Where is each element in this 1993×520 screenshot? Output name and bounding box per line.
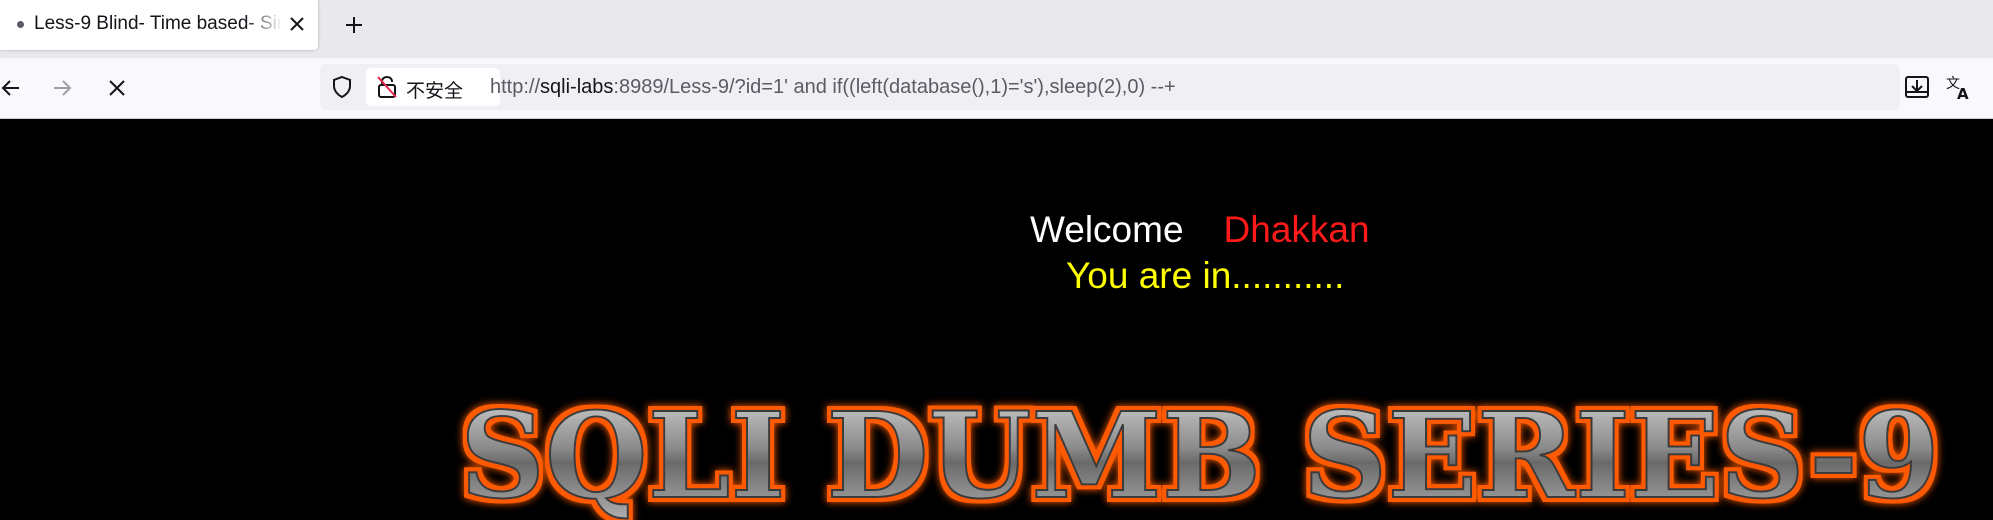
tab-title: Less-9 Blind- Time based- Single Quotes-… [34,13,282,34]
tab-loading-dot-icon [17,21,24,28]
svg-text:A: A [1957,85,1969,101]
welcome-line: Welcome Dhakkan [1030,209,1370,251]
page-content: Welcome Dhakkan You are in........... SQ… [0,119,1993,520]
forward-arrow-icon[interactable] [45,71,79,105]
user-name-text: Dhakkan [1223,209,1370,250]
back-arrow-icon[interactable] [0,71,28,105]
status-message: You are in........... [1066,255,1345,296]
translate-icon[interactable]: 文 A [1944,72,1974,102]
banner-text: SQLI DUMB SERIES-9 [460,389,1940,520]
stop-icon[interactable] [100,71,134,105]
broken-lock-icon [376,75,398,99]
url-path: :8989/Less-9/?id=1' and if((left(databas… [613,76,1176,98]
shield-icon[interactable] [330,75,354,99]
tab-strip: Less-9 Blind- Time based- Single Quotes-… [0,0,1993,58]
url-host: sqli-labs [540,76,614,98]
active-tab[interactable]: Less-9 Blind- Time based- Single Quotes-… [0,0,318,50]
plus-icon[interactable] [338,9,370,41]
navigation-bar: 不安全 http://sqli-labs:8989/Less-9/?id=1' … [0,58,1993,119]
url-text[interactable]: http://sqli-labs:8989/Less-9/?id=1' and … [490,76,1176,99]
sqli-dumb-series-banner: SQLI DUMB SERIES-9 [459,389,1941,520]
url-bar[interactable]: 不安全 http://sqli-labs:8989/Less-9/?id=1' … [320,64,1900,110]
close-icon[interactable] [284,11,310,37]
security-indicator[interactable]: 不安全 [366,68,500,106]
welcome-text: Welcome [1030,209,1184,250]
browser-window: Less-9 Blind- Time based- Single Quotes-… [0,0,1993,520]
download-icon[interactable] [1902,72,1932,102]
url-scheme: http:// [490,76,541,98]
security-label: 不安全 [406,80,464,102]
